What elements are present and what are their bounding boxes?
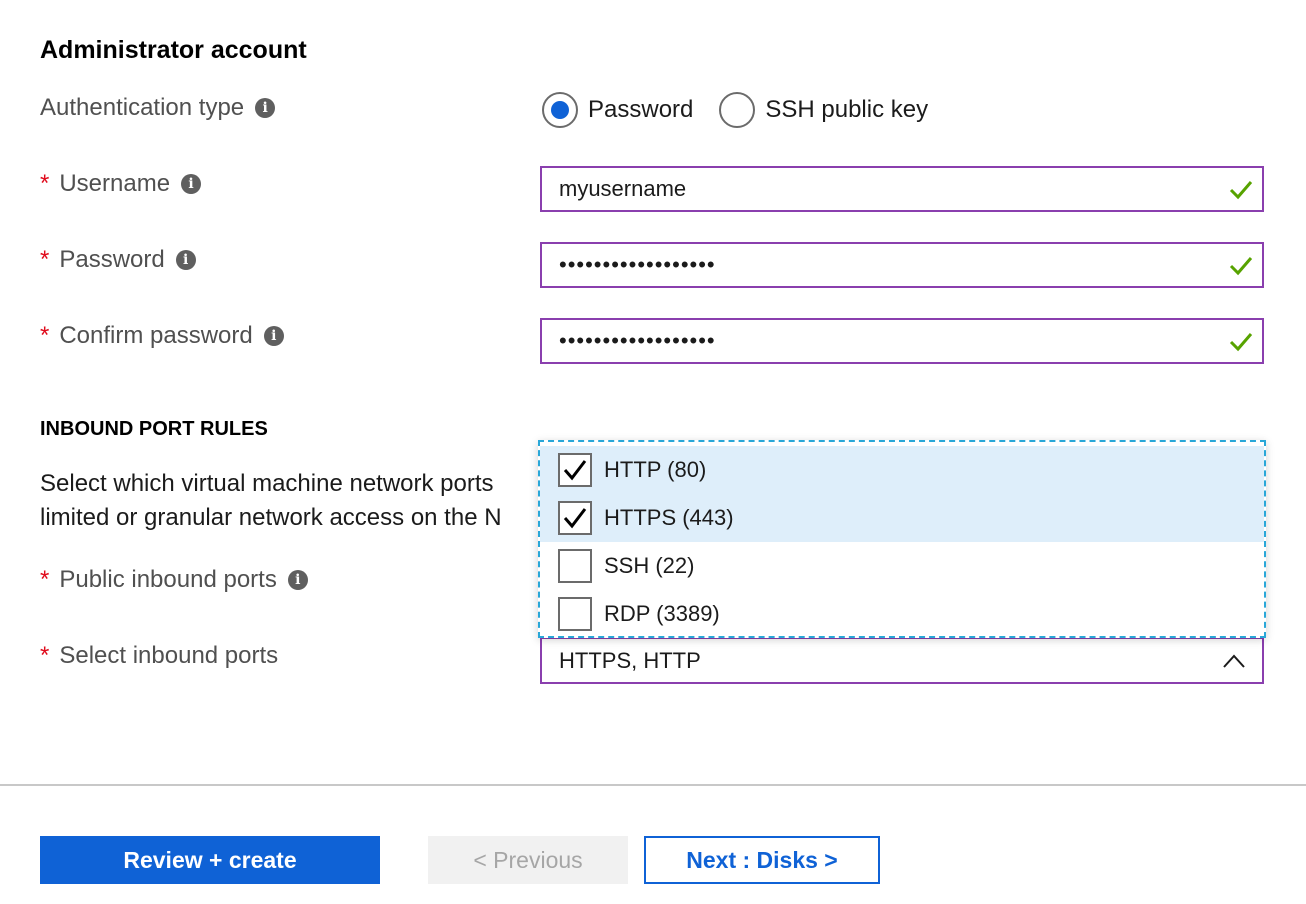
auth-type-radio-group: Password SSH public key <box>542 92 954 128</box>
chevron-up-icon[interactable] <box>1222 651 1246 671</box>
inbound-description-line2: limited or granular network access on th… <box>40 504 502 531</box>
select-ports-label-row: * Select inbound ports <box>40 642 278 670</box>
password-field[interactable]: •••••••••••••••••• <box>540 242 1264 288</box>
username-value: myusername <box>559 176 687 201</box>
radio-password[interactable] <box>542 92 578 128</box>
info-icon[interactable]: i <box>181 174 202 194</box>
checkbox-https[interactable] <box>558 501 592 535</box>
checkmark-icon <box>563 460 587 481</box>
select-ports-dropdown[interactable]: HTTPS, HTTP <box>540 637 1264 684</box>
port-option-label: HTTPS (443) <box>604 505 734 530</box>
username-label: Username <box>59 170 171 197</box>
info-icon[interactable]: i <box>287 570 308 590</box>
checkbox-http[interactable] <box>558 453 592 487</box>
ports-dropdown-list: HTTP (80) HTTPS (443) SSH (22) RDP (3389… <box>538 440 1266 638</box>
port-option-ssh[interactable]: SSH (22) <box>540 542 1264 590</box>
radio-ssh-label: SSH public key <box>765 96 929 123</box>
footer-divider <box>0 784 1306 786</box>
confirm-password-field[interactable]: •••••••••••••••••• <box>540 318 1264 364</box>
info-icon[interactable]: i <box>255 98 276 118</box>
next-disks-button[interactable]: Next : Disks > <box>644 836 880 884</box>
info-icon[interactable]: i <box>263 326 284 346</box>
checkbox-rdp[interactable] <box>558 597 592 631</box>
radio-ssh[interactable] <box>719 92 756 128</box>
checkmark-icon <box>563 508 587 529</box>
checkbox-ssh[interactable] <box>558 549 592 583</box>
port-option-label: SSH (22) <box>604 553 695 578</box>
info-icon[interactable]: i <box>175 250 196 270</box>
required-marker: * <box>40 566 50 593</box>
select-ports-label: Select inbound ports <box>59 642 279 669</box>
required-marker: * <box>40 642 50 669</box>
username-field[interactable]: myusername <box>540 166 1264 212</box>
password-label-row: * Password i <box>40 246 196 274</box>
confirm-password-value: •••••••••••••••••• <box>559 328 716 353</box>
public-ports-label: Public inbound ports <box>59 566 277 593</box>
required-marker: * <box>40 170 50 197</box>
inbound-description: Select which virtual machine network por… <box>40 467 540 535</box>
confirm-password-label: Confirm password <box>59 322 253 349</box>
checkmark-icon <box>1229 181 1253 200</box>
password-value: •••••••••••••••••• <box>559 252 716 277</box>
select-ports-value: HTTPS, HTTP <box>559 647 701 673</box>
password-label: Password <box>59 246 165 273</box>
radio-password-label: Password <box>588 96 694 123</box>
auth-option-password[interactable]: Password <box>542 92 693 128</box>
required-marker: * <box>40 246 50 273</box>
checkmark-icon <box>1229 333 1253 352</box>
radio-selected-dot <box>551 101 569 119</box>
checkmark-icon <box>1229 257 1253 276</box>
username-label-row: * Username i <box>40 170 202 198</box>
public-ports-label-row: * Public inbound ports i <box>40 566 308 594</box>
required-marker: * <box>40 322 50 349</box>
port-option-rdp[interactable]: RDP (3389) <box>540 590 1264 638</box>
auth-type-label-row: Authentication type i <box>40 94 276 122</box>
section-title: Administrator account <box>40 36 307 64</box>
port-option-https[interactable]: HTTPS (443) <box>540 494 1264 542</box>
inbound-port-rules-heading: INBOUND PORT RULES <box>40 418 268 440</box>
confirm-password-label-row: * Confirm password i <box>40 322 284 350</box>
port-option-http[interactable]: HTTP (80) <box>540 446 1264 494</box>
previous-button[interactable]: < Previous <box>428 836 628 884</box>
auth-option-ssh[interactable]: SSH public key <box>719 92 928 128</box>
auth-type-label: Authentication type <box>40 94 245 121</box>
inbound-description-line1: Select which virtual machine network por… <box>40 470 494 497</box>
review-create-button[interactable]: Review + create <box>40 836 380 884</box>
port-option-label: RDP (3389) <box>604 601 720 626</box>
port-option-label: HTTP (80) <box>604 457 707 482</box>
